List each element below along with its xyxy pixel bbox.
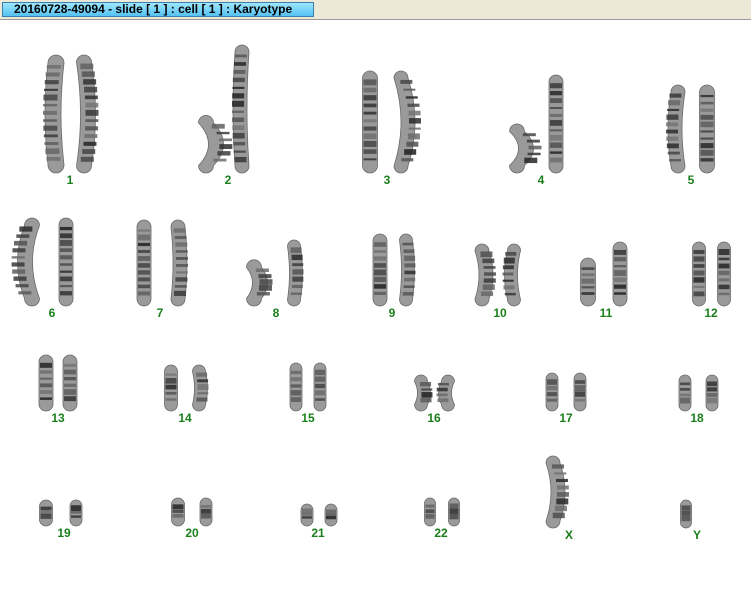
chromosome-label-4: 4 — [537, 173, 545, 187]
window-title: 20160728-49094 - slide [ 1 ] : cell [ 1 … — [2, 2, 314, 17]
chromosome-pair-2 — [198, 44, 250, 174]
chromosome-pair-15 — [289, 362, 327, 412]
window-titlebar: 20160728-49094 - slide [ 1 ] : cell [ 1 … — [0, 0, 751, 20]
chromosome-pair-19 — [39, 499, 83, 527]
chromosome-label-9: 9 — [388, 306, 396, 320]
chromosome-pair-6 — [11, 217, 74, 307]
chromosome-label-7: 7 — [156, 306, 164, 320]
chromosome-label-12: 12 — [704, 306, 718, 320]
chromosome-label-14: 14 — [178, 411, 192, 425]
chromosome-pair-14 — [164, 364, 209, 412]
chromosome-label-13: 13 — [51, 411, 65, 425]
chromosome-label-18: 18 — [690, 411, 704, 425]
chromosome-label-11: 11 — [599, 306, 613, 320]
chromosome-pair-12 — [692, 241, 731, 307]
chromosome-pair-8 — [246, 239, 304, 307]
chromosome-label-x: X — [564, 528, 573, 542]
chromosome-label-21: 21 — [311, 526, 325, 540]
chromosome-pair-21 — [300, 503, 338, 527]
chromosome-label-20: 20 — [185, 526, 199, 540]
chromosome-pair-16 — [414, 374, 455, 412]
chromosome-label-15: 15 — [301, 411, 315, 425]
chromosome-pair-9 — [372, 233, 416, 307]
chromosome-label-22: 22 — [434, 526, 448, 540]
chromosome-label-16: 16 — [427, 411, 441, 425]
chromosome-pair-1 — [43, 54, 99, 174]
karyotype-canvas: 1 2 3 4 5 6 7 8 9 10 11 12 13 14 15 16 17 18 19 20 21 22 X Y — [0, 20, 751, 595]
chromosome-pair-10 — [474, 243, 521, 307]
chromosome-label-2: 2 — [224, 173, 232, 187]
chromosome-pair-17 — [545, 372, 587, 412]
chromosome-label-19: 19 — [57, 526, 71, 540]
chromosome-pair-3 — [362, 70, 421, 174]
chromosome-pair-22 — [424, 497, 460, 527]
chromosome-pair-20 — [171, 497, 213, 527]
chromosome-pair-5 — [666, 84, 715, 174]
chromosome-pair-18 — [678, 374, 719, 412]
chromosome-pair-x — [545, 455, 569, 529]
chromosome-pair-13 — [38, 354, 78, 412]
chromosome-label-17: 17 — [559, 411, 573, 425]
chromosome-pair-7 — [136, 219, 188, 307]
chromosome-label-8: 8 — [272, 306, 280, 320]
chromosome-label-y: Y — [692, 528, 701, 542]
chromosome-pair-y — [680, 499, 692, 529]
chromosome-pair-4 — [509, 74, 564, 174]
chromosome-label-10: 10 — [493, 306, 507, 320]
chromosome-label-6: 6 — [48, 306, 56, 320]
chromosome-label-5: 5 — [687, 173, 695, 187]
chromosome-label-3: 3 — [383, 173, 391, 187]
chromosome-label-1: 1 — [66, 173, 74, 187]
chromosome-pair-11 — [580, 241, 628, 307]
